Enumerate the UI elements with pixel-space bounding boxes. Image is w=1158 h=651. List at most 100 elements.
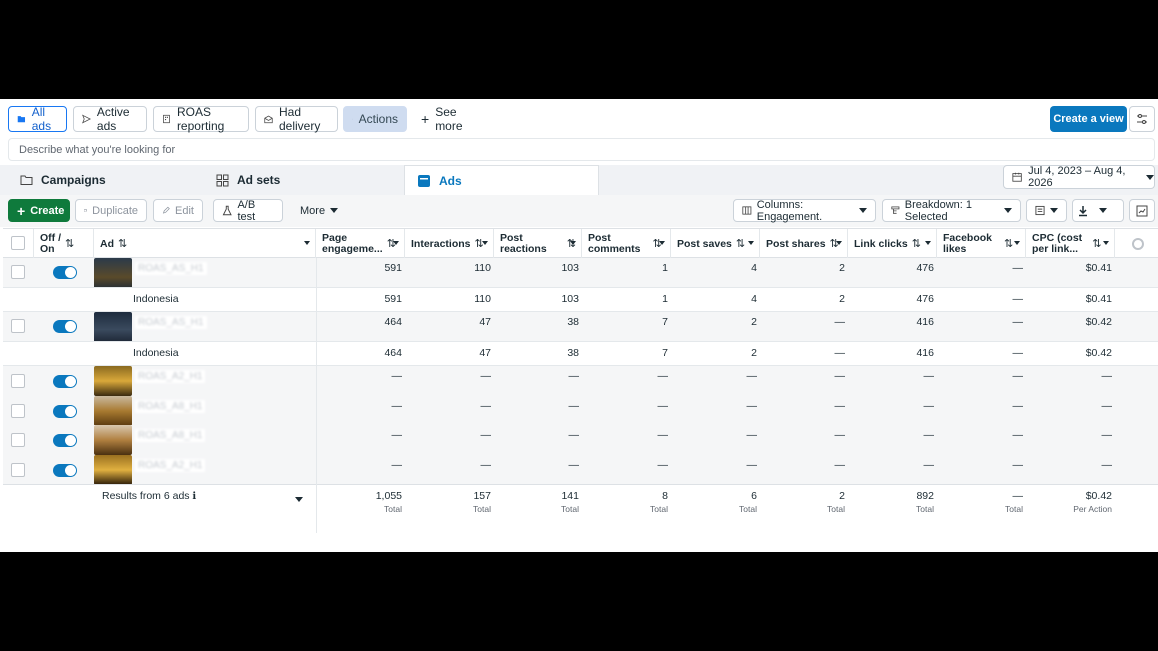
header-offon[interactable]: Off / On ⇅ <box>34 229 94 259</box>
ab-test-button[interactable]: A/B test <box>213 199 283 223</box>
metric-cell: 1 <box>662 293 668 305</box>
chevron-down-icon <box>1050 208 1058 213</box>
header-post-reactions[interactable]: Post reactions ⇅ <box>494 229 582 259</box>
row-checkbox[interactable] <box>11 265 25 279</box>
metric-cell: — <box>480 399 492 412</box>
delivery-toggle[interactable] <box>53 404 77 418</box>
view-had-delivery-button[interactable]: Had delivery <box>255 105 338 133</box>
building-icon <box>163 114 170 124</box>
header-interactions[interactable]: Interactions ⇅ <box>405 229 494 259</box>
header-facebook-likes[interactable]: Facebook likes ⇅ <box>937 229 1026 259</box>
sort-icon: ⇅ <box>118 237 128 250</box>
metric-cell: — <box>480 370 492 382</box>
export-dropdown[interactable] <box>1072 199 1124 222</box>
view-settings-button[interactable] <box>1129 106 1155 132</box>
chevron-down-icon <box>659 241 665 245</box>
breakdown-icon <box>891 206 900 214</box>
delivery-toggle[interactable] <box>53 434 77 447</box>
metric-cell: 476 <box>916 262 934 274</box>
table-row[interactable]: ROAS_AS_H1 591 110 103 1 4 2 476 — $0.41 <box>3 258 1158 290</box>
table-row[interactable]: ROAS_AS_H1 464 47 38 7 2 — 416 — $0.42 <box>3 312 1158 344</box>
header-post-shares[interactable]: Post shares ⇅ <box>760 229 848 259</box>
report-dropdown[interactable] <box>1026 199 1067 222</box>
search-input[interactable]: Describe what you're looking for <box>8 138 1155 161</box>
chevron-down-icon[interactable] <box>295 497 303 502</box>
results-label: Results from 6 ads ℹ <box>102 490 196 502</box>
ad-name[interactable]: ROAS_A2_H1 <box>135 458 206 472</box>
header-ad[interactable]: Ad ⇅ <box>94 229 316 259</box>
metric-cell: — <box>480 429 492 441</box>
row-checkbox[interactable] <box>11 462 25 477</box>
metric-cell: — <box>1101 429 1113 441</box>
tab-ads[interactable]: Ads <box>404 165 599 195</box>
pencil-icon <box>162 206 170 214</box>
ad-name[interactable]: ROAS_A8_H1 <box>135 399 206 413</box>
charts-button[interactable] <box>1129 199 1155 222</box>
table-row[interactable]: ROAS_A2_H1 — — — — — — — — — <box>3 454 1158 485</box>
metric-cell: — <box>657 458 669 471</box>
tab-ad-sets[interactable]: Ad sets <box>204 165 400 195</box>
duplicate-button[interactable]: Duplicate <box>75 199 147 222</box>
view-actions-button[interactable]: Actions <box>343 106 407 132</box>
header-post-comments[interactable]: Post comments ⇅ <box>582 229 671 259</box>
metric-cell: $0.42 <box>1085 316 1112 328</box>
calendar-icon <box>1012 172 1022 182</box>
table-row[interactable]: ROAS_A2_H1 — — — — — — — — — <box>3 366 1158 396</box>
delivery-toggle[interactable] <box>53 320 77 333</box>
date-range-picker[interactable]: Jul 4, 2023 – Aug 4, 2026 <box>1003 165 1155 189</box>
more-button[interactable]: More <box>291 199 341 222</box>
create-view-button[interactable]: Create a view <box>1050 106 1127 132</box>
metric-cell: — <box>1012 347 1024 359</box>
table-row[interactable]: ROAS_A8_H1 — — — — — — — — — <box>3 425 1158 455</box>
chevron-down-icon <box>482 241 488 245</box>
ad-thumbnail <box>94 312 132 344</box>
ad-name[interactable]: ROAS_AS_H1 <box>135 316 207 329</box>
metric-cell: $0.41 <box>1085 293 1112 305</box>
header-page-engagement[interactable]: Page engageme... ⇅ <box>316 229 405 259</box>
columns-dropdown[interactable]: Columns: Engagement. <box>733 199 876 223</box>
tab-campaigns[interactable]: Campaigns <box>8 165 202 195</box>
header-cpc[interactable]: CPC (cost per link... ⇅ <box>1026 229 1115 259</box>
total-sublabel: Total <box>1005 504 1023 514</box>
row-checkbox[interactable] <box>11 403 25 418</box>
metric-cell: — <box>568 429 580 441</box>
metric-cell: 892 <box>916 490 934 502</box>
metric-cell: 7 <box>662 347 668 359</box>
delivery-toggle[interactable] <box>53 463 77 477</box>
sort-icon: ⇅ <box>65 237 75 250</box>
metric-cell: — <box>568 370 580 382</box>
breakdown-dropdown[interactable]: Breakdown: 1 Selected <box>882 199 1021 223</box>
metric-cell: — <box>1101 458 1113 471</box>
row-checkbox[interactable] <box>11 319 25 333</box>
view-roas-reporting-button[interactable]: ROAS reporting <box>153 105 249 133</box>
info-icon[interactable]: ℹ <box>190 491 196 502</box>
view-active-ads-button[interactable]: Active ads <box>73 105 147 133</box>
edit-button[interactable]: Edit <box>153 199 203 222</box>
header-post-saves[interactable]: Post saves ⇅ <box>671 229 760 259</box>
ad-name[interactable]: ROAS_A2_H1 <box>135 370 206 383</box>
metric-cell: — <box>1012 490 1024 502</box>
ad-name[interactable]: ROAS_A8_H1 <box>135 429 206 442</box>
metric-cell: — <box>746 370 758 382</box>
metric-cell: — <box>1012 262 1024 274</box>
table-row[interactable]: ROAS_A8_H1 — — — — — — — — — <box>3 395 1158 426</box>
chevron-down-icon <box>570 241 576 245</box>
metric-cell: $0.42 <box>1085 490 1112 502</box>
delivery-toggle[interactable] <box>53 266 77 279</box>
row-checkbox[interactable] <box>11 374 25 388</box>
header-link-clicks[interactable]: Link clicks ⇅ <box>848 229 937 259</box>
row-checkbox[interactable] <box>11 433 25 447</box>
ad-name[interactable]: ROAS_AS_H1 <box>135 262 207 275</box>
create-button[interactable]: + Create <box>8 199 70 222</box>
metric-cell: — <box>480 458 492 471</box>
chevron-down-icon <box>1103 241 1109 245</box>
view-all-ads-button[interactable]: All ads <box>8 105 67 133</box>
see-more-button[interactable]: + See more <box>412 105 482 133</box>
chart-line-icon <box>1136 205 1148 216</box>
delivery-toggle[interactable] <box>53 375 77 388</box>
metric-cell: 157 <box>473 490 491 502</box>
envelope-icon <box>264 115 273 124</box>
column-settings-icon[interactable] <box>1132 238 1144 250</box>
metric-cell: 8 <box>662 490 668 502</box>
select-all-checkbox[interactable] <box>11 236 25 250</box>
